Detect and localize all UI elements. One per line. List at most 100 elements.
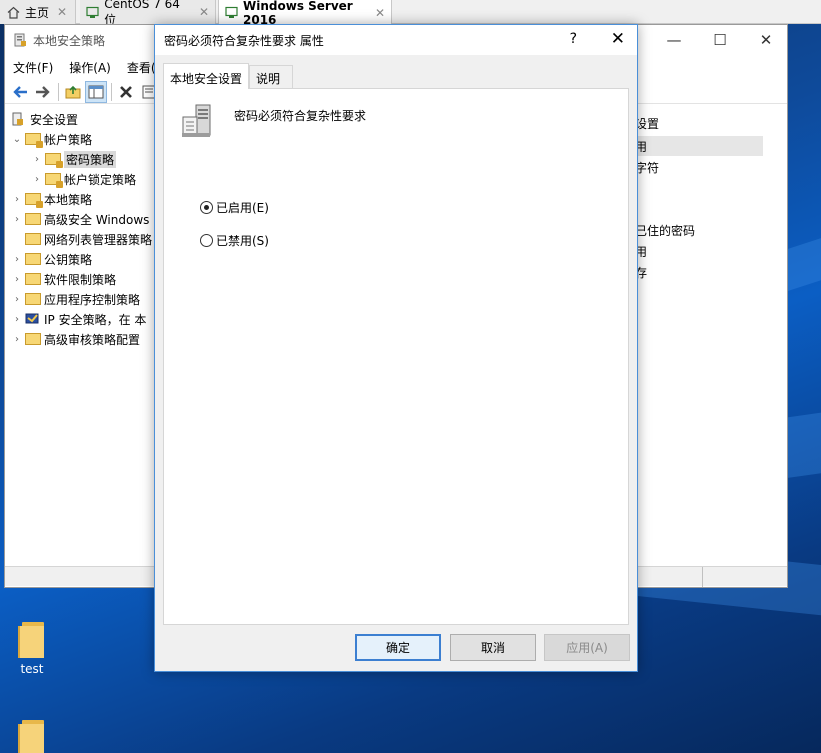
chevron-right-icon[interactable]: ›: [31, 174, 43, 185]
vm-icon: [225, 6, 238, 20]
chevron-right-icon[interactable]: ›: [31, 154, 43, 165]
toolbar-separator: [58, 82, 59, 101]
radio-disabled[interactable]: 已禁用(S): [200, 232, 269, 249]
tree-item-password-policy[interactable]: › 密码策略: [5, 149, 165, 169]
list-item[interactable]: 字符: [635, 159, 659, 176]
chevron-right-icon[interactable]: ›: [11, 294, 23, 305]
folder-icon: [18, 720, 46, 753]
apply-button[interactable]: 应用(A): [544, 634, 630, 661]
tree-label: 高级安全 Windows: [44, 212, 150, 227]
tree-item-windows-firewall[interactable]: › 高级安全 Windows: [5, 209, 165, 229]
tree-item-public-key-policy[interactable]: › 公钥策略: [5, 249, 165, 269]
close-icon[interactable]: ✕: [375, 6, 385, 20]
tree-item-app-control[interactable]: › 应用程序控制策略: [5, 289, 165, 309]
chevron-right-icon[interactable]: ›: [11, 214, 23, 225]
policy-folder-icon: [45, 172, 63, 188]
tree-label: IP 安全策略，在 本: [44, 312, 147, 327]
radio-label: 已启用(E): [216, 201, 269, 215]
tree-label: 公钥策略: [44, 252, 93, 267]
chevron-down-icon[interactable]: ⌄: [11, 134, 23, 145]
tree-label: 本地策略: [44, 192, 93, 207]
window-title: 本地安全策略: [33, 33, 106, 48]
chevron-right-icon[interactable]: ›: [11, 314, 23, 325]
minimize-button[interactable]: —: [651, 25, 697, 55]
close-icon[interactable]: ✕: [199, 5, 209, 19]
cancel-button[interactable]: 取消: [450, 634, 536, 661]
desktop-icon-label: test: [20, 662, 44, 676]
dialog-titlebar: 密码必须符合复杂性要求 属性 ? ✕: [155, 25, 637, 55]
column-header-setting[interactable]: 设置: [635, 115, 659, 132]
close-button[interactable]: ✕: [611, 29, 625, 49]
chevron-right-icon[interactable]: ›: [11, 194, 23, 205]
vm-tab-bar: 主页 ✕ CentOS 7 64 位 ✕ Windows Server 2016…: [0, 0, 821, 27]
help-button[interactable]: ?: [570, 31, 577, 47]
chevron-right-icon[interactable]: ›: [11, 254, 23, 265]
policy-list-pane: 设置 用 字符 已住的密码 用 存: [615, 109, 789, 564]
vm-icon: [86, 5, 99, 19]
list-item[interactable]: 已住的密码: [635, 222, 695, 239]
tab-windows-server[interactable]: Windows Server 2016 ✕: [218, 0, 392, 27]
dialog-title: 密码必须符合复杂性要求 属性: [164, 33, 324, 48]
menu-file[interactable]: 文件(F): [5, 57, 61, 77]
chevron-right-icon[interactable]: ›: [11, 274, 23, 285]
tab-panel: 密码必须符合复杂性要求 已启用(E) 已禁用(S): [163, 88, 629, 625]
tree-label: 密码策略: [64, 150, 117, 168]
back-icon[interactable]: [9, 81, 31, 103]
navigation-tree: 安全设置 ⌄ 帐户策略 › 密码策略 › 帐户锁定策略 › 本地策略 › 高级安…: [5, 109, 165, 564]
app-icon: [14, 33, 27, 47]
tree-item-security-settings[interactable]: 安全设置: [5, 109, 165, 129]
selected-row-highlight: [635, 136, 763, 156]
desktop-icon-folder[interactable]: [2, 720, 62, 753]
chevron-right-icon[interactable]: ›: [11, 334, 23, 345]
toolbar-separator: [111, 82, 112, 101]
tree-label: 帐户策略: [44, 132, 93, 147]
tree-item-ip-security[interactable]: › IP 安全策略，在 本: [5, 309, 165, 329]
policy-properties-dialog: 密码必须符合复杂性要求 属性 ? ✕ 本地安全设置 说明 密码必须符合复杂性要求…: [154, 24, 638, 672]
tree-item-network-list-manager[interactable]: 网络列表管理器策略: [5, 229, 165, 249]
folder-icon: [25, 332, 41, 346]
menu-action[interactable]: 操作(A): [61, 57, 119, 77]
policy-folder-icon: [25, 132, 43, 148]
tab-label: Windows Server 2016: [243, 0, 353, 27]
tree-label: 高级审核策略配置: [44, 332, 141, 347]
folder-icon: [25, 252, 41, 266]
ok-button[interactable]: 确定: [355, 634, 441, 661]
tab-explain[interactable]: 说明: [249, 65, 293, 89]
home-icon: [6, 5, 20, 19]
forward-icon[interactable]: [32, 81, 54, 103]
maximize-button[interactable]: ☐: [697, 25, 743, 55]
close-icon[interactable]: ✕: [57, 5, 67, 19]
folder-icon: [25, 272, 41, 286]
policy-folder-icon: [25, 192, 43, 208]
server-policy-icon: [180, 103, 214, 139]
tab-home[interactable]: 主页 ✕: [0, 0, 76, 24]
up-folder-icon[interactable]: [62, 81, 84, 103]
show-hide-tree-icon[interactable]: [85, 80, 107, 103]
radio-button-checked[interactable]: [200, 201, 213, 214]
desktop-icon-test[interactable]: test: [2, 622, 62, 676]
radio-label: 已禁用(S): [216, 234, 269, 248]
folder-icon: [25, 212, 41, 226]
radio-enabled[interactable]: 已启用(E): [200, 199, 269, 216]
tree-label: 应用程序控制策略: [44, 292, 141, 307]
tree-label: 软件限制策略: [44, 272, 117, 287]
tree-label: 帐户锁定策略: [64, 172, 137, 187]
tree-item-software-restriction[interactable]: › 软件限制策略: [5, 269, 165, 289]
policy-folder-icon: [45, 152, 63, 168]
tab-label: 主页: [25, 5, 50, 20]
security-settings-icon: [11, 112, 27, 126]
menu-bar: 文件(F) 操作(A) 查看(V): [5, 57, 176, 77]
tree-item-local-policy[interactable]: › 本地策略: [5, 189, 165, 209]
close-button[interactable]: ✕: [743, 25, 789, 55]
tab-centos[interactable]: CentOS 7 64 位 ✕: [80, 0, 216, 27]
delete-icon[interactable]: [115, 81, 137, 103]
tab-local-security-setting[interactable]: 本地安全设置: [163, 63, 249, 89]
tree-label: 安全设置: [30, 112, 79, 127]
tree-item-advanced-audit[interactable]: › 高级审核策略配置: [5, 329, 165, 349]
tree-item-account-policy[interactable]: ⌄ 帐户策略: [5, 129, 165, 149]
status-divider: [702, 567, 703, 587]
policy-name: 密码必须符合复杂性要求: [234, 109, 367, 123]
tree-label: 网络列表管理器策略: [44, 232, 153, 247]
tree-item-account-lockout-policy[interactable]: › 帐户锁定策略: [5, 169, 165, 189]
radio-button[interactable]: [200, 234, 213, 247]
